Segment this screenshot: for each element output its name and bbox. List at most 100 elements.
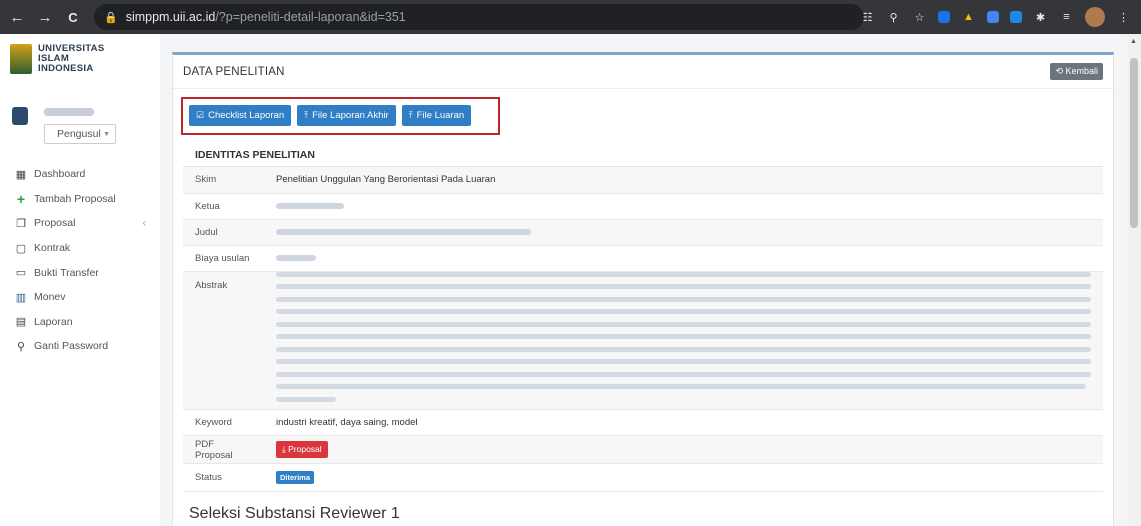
keyword-value: industri kreatif, daya saing, model [264, 409, 1103, 436]
file-laporan-akhir-label: File Laporan Akhir [312, 110, 389, 121]
sidebar-item-tambah-proposal[interactable]: + Tambah Proposal [0, 187, 160, 212]
status-cell: Diterima [264, 463, 1103, 492]
proposal-pdf-label: Proposal [288, 444, 322, 454]
brand-line: INDONESIA [38, 63, 94, 74]
role-select[interactable]: Pengusul ▼ [44, 124, 116, 144]
money-icon: ▭ [15, 267, 27, 280]
extension-icon[interactable] [1010, 11, 1022, 23]
skim-value: Penelitian Unggulan Yang Berorientasi Pa… [264, 167, 1103, 194]
row-label: Skim [183, 167, 264, 194]
sidebar-item-label: Kontrak [34, 242, 71, 255]
sidebar-item-bukti-transfer[interactable]: ▭ Bukti Transfer [0, 260, 160, 285]
chevron-left-icon: ‹ [142, 217, 147, 230]
page-title: DATA PENELITIAN [183, 65, 285, 78]
row-label: Abstrak [183, 271, 264, 410]
file-laporan-akhir-button[interactable]: ⤒ File Laporan Akhir [297, 105, 396, 126]
scroll-up-icon[interactable]: ▲ [1130, 38, 1137, 45]
abstrak-value-redacted [264, 271, 1103, 410]
page-scrollbar[interactable]: ▲ [1127, 34, 1141, 526]
table-row: Abstrak [183, 271, 1103, 410]
row-label: Keyword [183, 409, 264, 436]
document-icon: ▤ [15, 316, 27, 329]
brand[interactable]: UNIVERSITAS ISLAM INDONESIA [0, 34, 160, 74]
identity-table: Skim Penelitian Unggulan Yang Berorienta… [183, 167, 1103, 492]
role-select-value: Pengusul [57, 128, 101, 140]
drive-icon[interactable]: ▲ [961, 10, 976, 25]
puzzle-icon[interactable]: ✱ [1033, 10, 1048, 25]
user-name-redacted [44, 108, 94, 116]
page: UNIVERSITAS ISLAM INDONESIA Pengusul ▼ ▦… [0, 34, 1141, 526]
upload-icon: ⤒ [408, 110, 413, 120]
url-host: simppm.uii.ac.id [125, 10, 216, 24]
sidebar-item-ganti-password[interactable]: ⚲ Ganti Password [0, 334, 160, 359]
back-button-label: Kembali [1065, 66, 1098, 76]
scrollbar-thumb[interactable] [1130, 58, 1138, 228]
table-row: Biaya usulan [183, 245, 1103, 272]
address-bar[interactable]: 🔒 simppm.uii.ac.id/?p=peneliti-detail-la… [94, 4, 864, 30]
table-row: PDF Proposal ⤓ Proposal [183, 435, 1103, 464]
action-buttons-highlight: ☑ Checklist Laporan ⤒ File Laporan Akhir ⤒… [181, 97, 500, 135]
undo-icon: ⟲ [1055, 66, 1066, 76]
row-label: Status [183, 463, 264, 492]
row-label: Ketua [183, 193, 264, 220]
university-logo-icon [10, 44, 32, 74]
checkbox-icon: ☑ [196, 110, 205, 120]
dashboard-icon: ▦ [15, 168, 27, 181]
sidebar-item-label: Laporan [34, 315, 73, 328]
upload-icon: ⤒ [304, 110, 309, 120]
proposal-pdf-button[interactable]: ⤓ Proposal [276, 441, 328, 458]
forward-icon[interactable]: → [34, 6, 56, 28]
brand-name: UNIVERSITAS ISLAM INDONESIA [38, 44, 104, 74]
sidebar-item-label: Ganti Password [34, 340, 109, 353]
table-row: Ketua [183, 193, 1103, 220]
sidebar-item-kontrak[interactable]: ▢ Kontrak [0, 236, 160, 261]
key-icon: ⚲ [16, 340, 26, 353]
user-panel: Pengusul ▼ [0, 74, 160, 144]
sidebar-item-label: Dashboard [34, 168, 86, 181]
profile-avatar[interactable] [1085, 7, 1105, 27]
sidebar-item-label: Tambah Proposal [34, 192, 116, 205]
sidebar-menu: ▦ Dashboard + Tambah Proposal ❐ Proposal… [0, 162, 160, 359]
sidebar-item-proposal[interactable]: ❐ Proposal ‹ [0, 211, 160, 236]
extension-tray: ☷ ⚲ ☆ ▲ ✱ ≡ ⋮ [860, 7, 1131, 27]
data-penelitian-panel: DATA PENELITIAN ⟲ Kembali ☑ Checklist Lap… [172, 52, 1114, 526]
section-title: IDENTITAS PENELITIAN [183, 143, 1103, 167]
reload-icon[interactable]: C [62, 6, 84, 28]
copy-icon: ❐ [16, 217, 26, 230]
sidebar-item-label: Monev [34, 291, 66, 304]
sidebar-item-label: Proposal [34, 217, 76, 230]
bar-chart-icon: ▥ [15, 291, 27, 304]
row-label: Judul [183, 219, 264, 246]
zoom-icon[interactable]: ⚲ [886, 10, 901, 25]
checklist-laporan-button[interactable]: ☑ Checklist Laporan [189, 105, 292, 126]
translate-icon[interactable]: ☷ [860, 10, 875, 25]
url-path: /?p=peneliti-detail-laporan&id=351 [215, 10, 406, 24]
reviewer-section-heading: Seleksi Substansi Reviewer 1 [189, 505, 400, 522]
menu-icon[interactable]: ⋮ [1116, 10, 1131, 25]
pdf-cell: ⤓ Proposal [264, 435, 1103, 464]
row-label: PDF Proposal [183, 435, 264, 464]
plus-icon: + [16, 190, 26, 207]
bookmark-star-icon[interactable]: ☆ [912, 10, 927, 25]
panel-header: DATA PENELITIAN ⟲ Kembali [173, 55, 1113, 89]
browser-toolbar: ← → C 🔒 simppm.uii.ac.id/?p=peneliti-det… [0, 0, 1141, 34]
file-luaran-button[interactable]: ⤒ File Luaran [401, 105, 472, 126]
sidebar-item-laporan[interactable]: ▤ Laporan [0, 310, 160, 335]
sidebar: UNIVERSITAS ISLAM INDONESIA Pengusul ▼ ▦… [0, 34, 160, 526]
sidebar-item-monev[interactable]: ▥ Monev [0, 285, 160, 310]
sidebar-item-label: Bukti Transfer [34, 266, 99, 279]
ketua-value-redacted [264, 193, 1103, 220]
table-row: Keyword industri kreatif, daya saing, mo… [183, 409, 1103, 436]
sidebar-item-dashboard[interactable]: ▦ Dashboard [0, 162, 160, 187]
extension-icon[interactable] [987, 11, 999, 23]
extension-icon[interactable] [938, 11, 950, 23]
back-button[interactable]: ⟲ Kembali [1050, 63, 1103, 80]
table-row: Judul [183, 219, 1103, 246]
file-icon: ▢ [15, 242, 27, 255]
status-badge: Diterima [276, 471, 315, 484]
reading-list-icon[interactable]: ≡ [1059, 10, 1074, 25]
chevron-down-icon: ▼ [103, 130, 110, 138]
lock-icon: 🔒 [104, 11, 118, 24]
table-row: Skim Penelitian Unggulan Yang Berorienta… [183, 167, 1103, 194]
back-icon[interactable]: ← [6, 6, 28, 28]
